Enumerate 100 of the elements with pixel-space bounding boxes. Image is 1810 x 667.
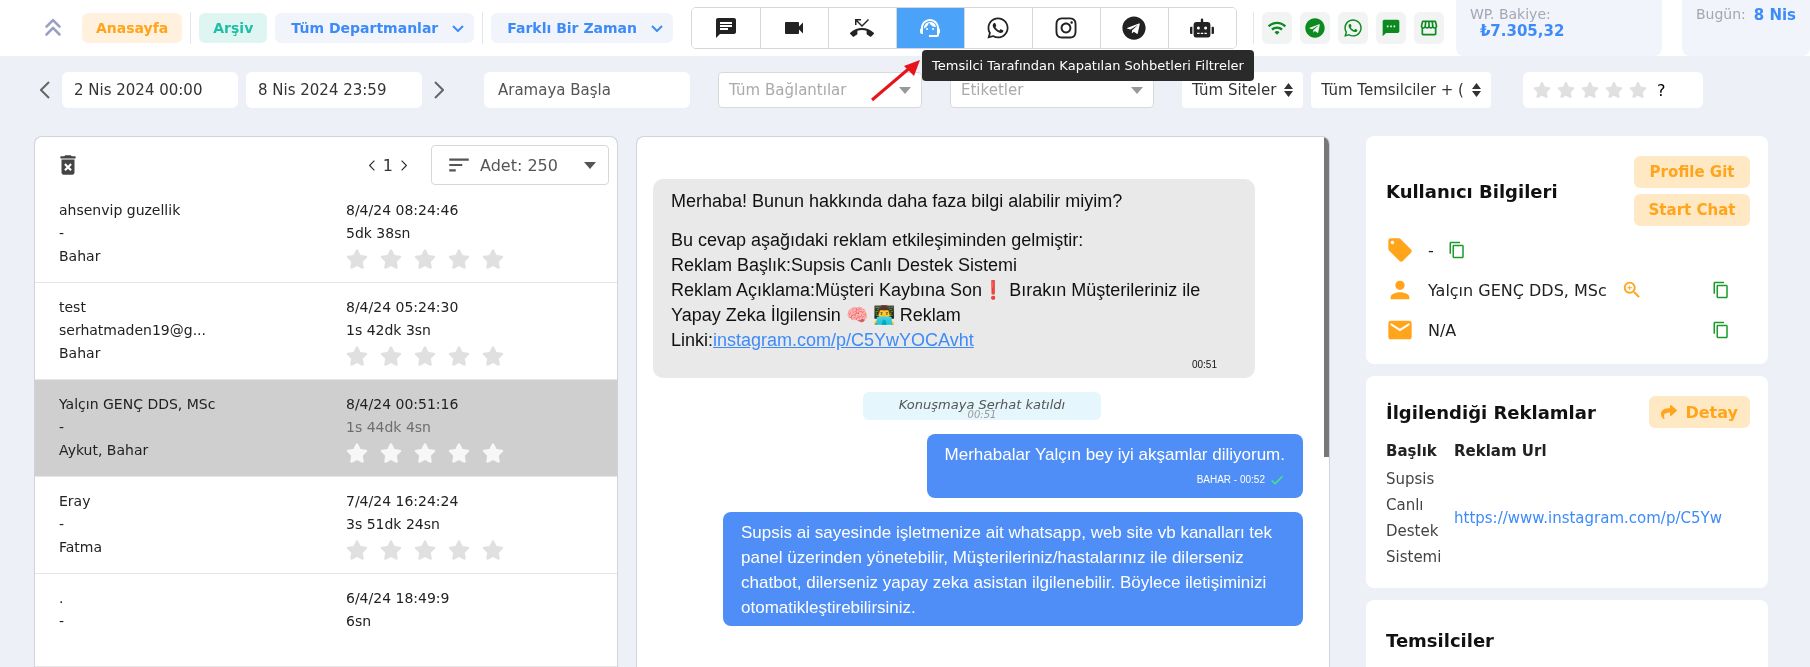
agent-names: Fatma bbox=[59, 538, 104, 555]
contact-name: Yalçın GENÇ DDS, MSc bbox=[59, 395, 217, 412]
card-title: Temsilciler bbox=[1386, 630, 1495, 651]
star-icon bbox=[414, 344, 436, 367]
agent-names: Bahar bbox=[59, 247, 102, 264]
column-header: Başlık bbox=[1386, 441, 1438, 462]
conversation-time: 8/4/24 00:51:16 bbox=[346, 395, 460, 412]
whatsapp-button[interactable] bbox=[1337, 12, 1368, 44]
whatsapp-icon bbox=[1342, 18, 1363, 38]
search-field[interactable]: Aramaya Başla bbox=[484, 72, 690, 108]
conversation-time: 8/4/24 05:24:30 bbox=[346, 298, 460, 315]
telegram-icon bbox=[1122, 16, 1147, 40]
conversation-duration: 6sn bbox=[346, 612, 373, 629]
scrollbar[interactable] bbox=[1324, 137, 1329, 457]
star-icon bbox=[414, 538, 436, 561]
balance-label: WP. Bakiye: bbox=[1469, 6, 1552, 22]
notice-time: 00:51 bbox=[967, 409, 997, 420]
message-text: Bu cevap aşağıdaki reklam etkileşiminden gelmiştir: Reklam Başlık:Supsis Canlı Destek Sistemi Reklam Açıklama:Müşteri Kaybına Son❗ Bırakın Müşterileriniz ile Yapay Zeka İlgilensin 🧠 👨‍💻 Reklam Linki:instagram.com/p/C5YwYOCAvht bbox=[671, 229, 1202, 352]
share-arrow-icon bbox=[1661, 404, 1678, 420]
tooltip: Temsilci Tarafından Kapatılan Sohbetleri Filtreler bbox=[922, 50, 1254, 81]
contact-detail: - bbox=[59, 515, 66, 532]
contact-name: test bbox=[59, 298, 87, 315]
star-icon bbox=[482, 441, 504, 464]
page-size-select[interactable]: Adet: 250 bbox=[431, 145, 609, 186]
star-icon bbox=[448, 344, 470, 367]
message-text: Merhaba! Bunun hakkında daha faza bilgi alabilir miyim? bbox=[671, 190, 1124, 213]
chevron-left-icon bbox=[368, 159, 375, 171]
rating-filter[interactable]: ? bbox=[1522, 72, 1703, 108]
star-icon bbox=[346, 441, 368, 464]
message-time: 00:51 bbox=[1191, 359, 1217, 370]
copy-icon bbox=[1447, 241, 1466, 259]
balance-value: ₺7.305,32 bbox=[1479, 22, 1566, 40]
card-title: İlgilendiği Reklamlar bbox=[1386, 401, 1596, 423]
contact-detail: serhatmaden19@g... bbox=[59, 321, 207, 338]
contact-name: Eray bbox=[59, 492, 92, 509]
agent-names: Bahar bbox=[59, 344, 102, 361]
star-icon bbox=[482, 538, 504, 561]
next-page-button[interactable] bbox=[401, 159, 407, 171]
start-date-field[interactable]: 2 Nis 2024 00:00 bbox=[62, 72, 238, 108]
star-icon bbox=[380, 344, 402, 367]
conversation-row[interactable]: Yalçın GENÇ DDS, MSc - Aykut, Bahar 8/4/24 00:51:16 1s 44dk 4sn bbox=[35, 379, 617, 477]
previous-page-button[interactable] bbox=[368, 159, 375, 171]
star-icon bbox=[1556, 81, 1575, 99]
star-icon bbox=[1532, 81, 1551, 99]
message-text: Supsis ai sayesinde işletmenize ait whatsapp, web site vb kanalları tek panel üzerinden yönetebilir, Müşterileriniz/hastalarınız ile dilerseniz chatbot, dilerseniz yapay zeka asistan ilgilenebilir. Böylece iletişiminizi otomatikleştirebilirsiniz. bbox=[741, 522, 1274, 619]
contact-detail: - bbox=[59, 612, 66, 629]
conversation-time: 6/4/24 18:49:9 bbox=[346, 589, 451, 606]
copy-icon bbox=[1712, 321, 1730, 339]
wifi-button[interactable] bbox=[1261, 12, 1292, 44]
star-icon bbox=[448, 538, 470, 561]
star-icon bbox=[1604, 81, 1623, 99]
info-value: N/A bbox=[1428, 320, 1457, 340]
star-icon bbox=[482, 247, 504, 270]
message-text: Merhabalar Yalçın bey iyi akşamlar diliyorum. bbox=[944, 444, 1285, 466]
star-icon bbox=[482, 344, 504, 367]
chevron-left-icon bbox=[40, 81, 50, 99]
contact-name: ahsenvip guzellik bbox=[59, 201, 182, 218]
caret-icon bbox=[899, 86, 911, 94]
chevron-right-icon bbox=[401, 159, 407, 171]
today-label: Bugün: bbox=[1695, 6, 1746, 22]
card-title: Kullanıcı Bilgileri bbox=[1386, 180, 1558, 202]
end-date-field[interactable]: 8 Nis 2024 23:59 bbox=[246, 72, 422, 108]
copy-button[interactable] bbox=[1447, 241, 1466, 259]
up-down-caret-icon bbox=[1471, 83, 1481, 97]
star-icon bbox=[1580, 81, 1599, 99]
star-icon bbox=[346, 247, 368, 270]
help-mark: ? bbox=[1656, 80, 1666, 100]
star-icon bbox=[448, 247, 470, 270]
up-down-caret-icon bbox=[1284, 83, 1294, 97]
copy-icon bbox=[1712, 281, 1730, 299]
pointer-arrow-drawing bbox=[871, 60, 920, 102]
whatsapp-icon bbox=[986, 16, 1011, 40]
star-icon bbox=[380, 247, 402, 270]
copy-button[interactable] bbox=[1712, 281, 1730, 299]
copy-button[interactable] bbox=[1712, 321, 1730, 339]
robot-icon bbox=[1190, 16, 1215, 40]
table-cell-text: Supsis Canlı Destek Sistemi bbox=[1386, 469, 1443, 568]
conversation-duration: 1s 42dk 3sn bbox=[346, 321, 432, 338]
telegram-button[interactable] bbox=[1299, 12, 1330, 44]
caret-icon bbox=[584, 161, 596, 169]
message-meta: BAHAR - 00:52 bbox=[1196, 473, 1265, 487]
sms-button[interactable] bbox=[1375, 12, 1406, 44]
star-icon bbox=[448, 441, 470, 464]
filter-select[interactable]: Tüm Temsilciler + ( bbox=[1311, 72, 1491, 108]
star-icon bbox=[346, 538, 368, 561]
contact-name: . bbox=[59, 589, 65, 606]
store-button[interactable] bbox=[1413, 12, 1444, 44]
conversation-time: 7/4/24 16:24:24 bbox=[346, 492, 460, 509]
telegram-icon bbox=[1304, 18, 1325, 38]
page-number: 1 bbox=[382, 155, 393, 175]
column-header: Reklam Url bbox=[1454, 441, 1548, 462]
headset-agent-icon bbox=[918, 16, 943, 40]
contact-detail: - bbox=[59, 418, 66, 435]
conversation-duration: 5dk 38sn bbox=[346, 224, 412, 241]
star-icon bbox=[414, 247, 436, 270]
conversation-duration: 1s 44dk 4sn bbox=[346, 418, 432, 435]
star-icon bbox=[1628, 81, 1647, 99]
store-icon bbox=[1418, 18, 1439, 38]
instagram-icon bbox=[1054, 16, 1079, 40]
star-icon bbox=[380, 538, 402, 561]
